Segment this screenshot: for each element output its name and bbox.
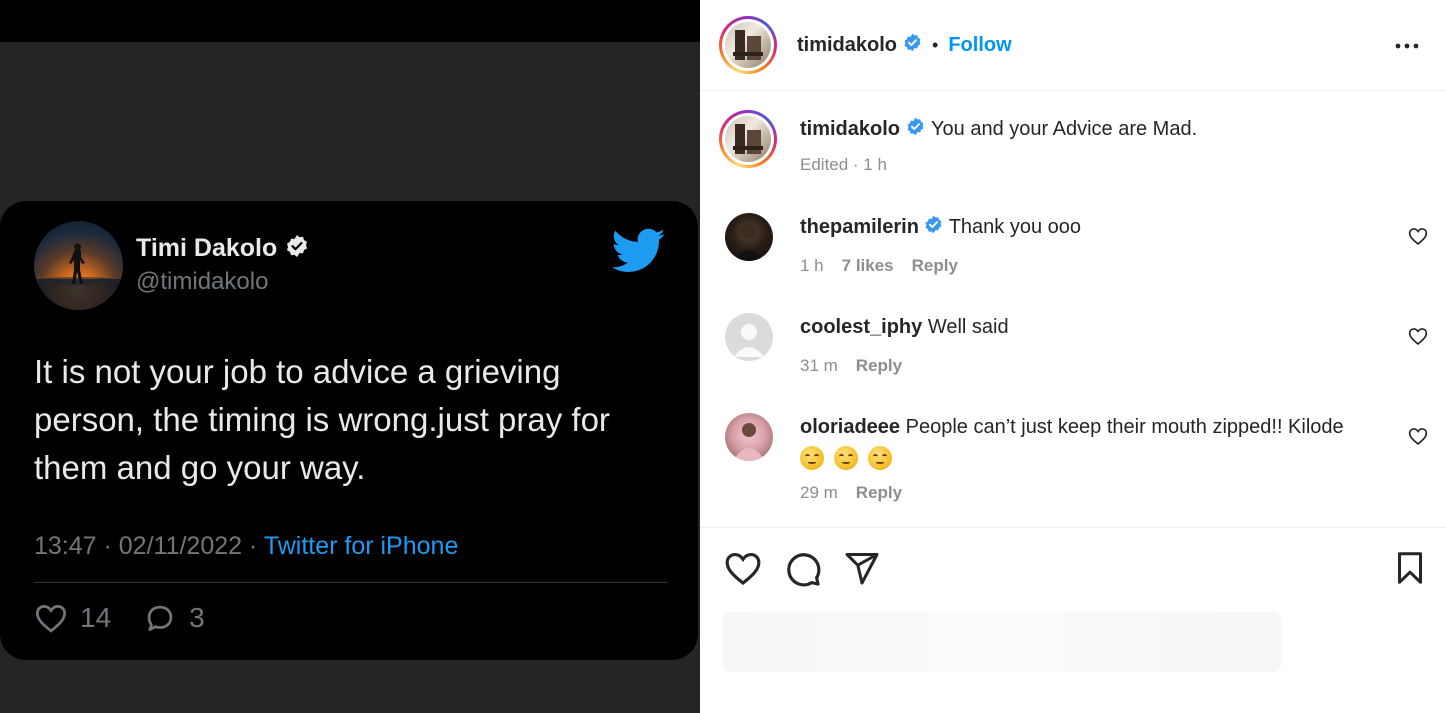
tweet-reply-icon [147,605,173,631]
image-top-bar [0,0,700,42]
relieved-face-emoji [868,445,892,470]
post-image: Timi Dakolo @timidakolo It is not your j… [0,0,700,713]
comment-time: 31 m [800,356,838,375]
comment-meta: 1 h 7 likes Reply [800,256,958,276]
tweet-source-link: Twitter for iPhone [263,532,459,560]
tweet-like-count: 14 [34,602,111,634]
verified-badge-icon [906,117,925,142]
tweet-replies: 3 [189,602,205,633]
share-icon[interactable] [844,550,880,586]
like-comment-heart-icon[interactable] [1408,326,1428,346]
reply-button[interactable]: Reply [856,356,902,376]
comment-avatar[interactable] [725,213,773,261]
comment-item: oloriadeee People can’t just keep their … [800,413,1380,471]
reply-button[interactable]: Reply [912,256,958,276]
tweet-time: 13:47 · 02/11/2022 · [34,532,264,560]
more-options-icon[interactable] [1393,36,1421,56]
tweet-timestamp: 13:47 · 02/11/2022 · Twitter for iPhone [34,532,458,561]
comment-avatar[interactable] [725,413,773,461]
tweet-likes: 14 [80,602,112,633]
follow-button[interactable]: Follow [948,34,1011,57]
comment-likes[interactable]: 7 likes [842,256,894,276]
comment-time: 29 m [800,483,838,502]
comment-icon[interactable] [784,550,822,588]
caption-text: You and your Advice are Mad. [931,118,1198,140]
twitter-bird-icon [611,228,666,279]
comment-item: thepamilerin Thank you ooo [800,213,1081,242]
comment-meta: 29 m Reply [800,483,902,503]
relieved-face-emoji [834,445,858,470]
tweet-name-row: Timi Dakolo [136,234,309,263]
instagram-post-pane: timidakolo • Follow timidakolo You and y… [700,0,1446,713]
comment-username[interactable]: coolest_iphy [800,316,922,338]
caption: timidakolo You and your Advice are Mad. [800,117,1197,142]
post-author-username[interactable]: timidakolo [797,34,897,57]
caption-meta: Edited · 1 h [800,155,887,174]
verified-badge-icon [903,33,922,57]
caption-author-avatar[interactable] [719,110,777,168]
comment-text: People can’t just keep their mouth zippe… [905,416,1344,438]
comment-item: coolest_iphy Well said [800,313,1009,341]
comment-avatar-default[interactable] [725,313,773,361]
tweet-actions: 14 3 [34,602,237,634]
dot-separator: • [932,34,939,55]
tweet-display-name: Timi Dakolo [136,234,278,262]
post-header: timidakolo • Follow [700,0,1446,91]
tweet-verified-icon [285,234,309,263]
post-author-avatar[interactable] [719,16,777,74]
comment-meta: 31 m Reply [800,356,902,376]
comment-text: Well said [927,316,1009,338]
like-comment-heart-icon[interactable] [1408,226,1428,246]
comment-username[interactable]: oloriadeee [800,416,900,438]
blurred-likes-area [722,612,1282,672]
tweet-text: It is not your job to advice a grieving … [34,353,610,486]
tweet-divider [34,582,668,583]
heart-icon[interactable] [724,550,762,586]
verified-badge-icon [924,214,943,242]
reply-button[interactable]: Reply [856,483,902,503]
relieved-face-emoji [800,445,824,470]
comment-time: 1 h [800,256,824,275]
comment-username[interactable]: thepamilerin [800,216,919,238]
tweet-handle: @timidakolo [136,268,269,295]
emoji-row [800,443,1380,471]
like-comment-heart-icon[interactable] [1408,426,1428,446]
caption-username[interactable]: timidakolo [800,118,900,141]
tweet-reply-count: 3 [143,602,205,634]
bookmark-icon[interactable] [1392,550,1428,586]
tweet-avatar [34,221,123,310]
tweet-heart-icon [35,605,67,633]
post-author-row: timidakolo • Follow [797,33,1012,57]
comment-text: Thank you ooo [948,216,1082,238]
